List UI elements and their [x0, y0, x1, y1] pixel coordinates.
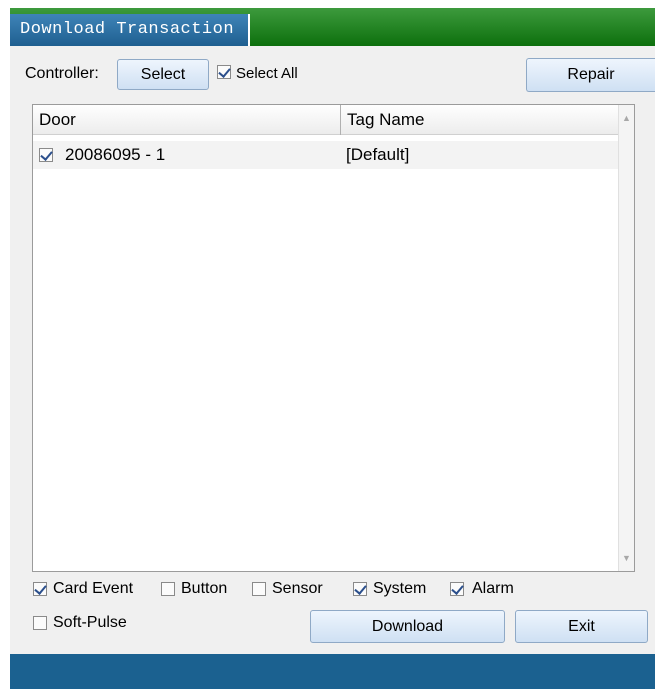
system-checkbox[interactable]: [353, 582, 367, 596]
title-tab: Download Transaction: [10, 14, 250, 46]
card-event-label: Card Event: [53, 580, 134, 597]
button-checkbox[interactable]: [161, 582, 175, 596]
soft-pulse-label: Soft-Pulse: [53, 614, 127, 631]
alarm-label: Alarm: [472, 580, 514, 597]
sensor-label: Sensor: [272, 580, 323, 597]
list-header: Door Tag Name: [33, 105, 621, 135]
door-cell: 20086095 - 1: [65, 145, 166, 164]
window-title: Download Transaction: [20, 20, 235, 39]
soft-pulse-checkbox[interactable]: [33, 616, 47, 630]
button-label: Button: [181, 580, 228, 597]
scroll-down-icon[interactable]: ▼: [622, 553, 631, 563]
column-header-tag-name[interactable]: Tag Name: [341, 105, 621, 135]
repair-button[interactable]: Repair: [526, 58, 655, 92]
door-row-checkbox[interactable]: [39, 148, 53, 162]
scroll-up-icon[interactable]: ▲: [622, 113, 631, 123]
status-bar: [10, 654, 655, 689]
table-row[interactable]: 20086095 - 1 [Default]: [33, 141, 619, 169]
select-all-checkbox[interactable]: [217, 65, 231, 79]
exit-button[interactable]: Exit: [515, 610, 648, 643]
door-list[interactable]: Door Tag Name 20086095 - 1 [Default] ▲ ▼: [32, 104, 635, 572]
download-button[interactable]: Download: [310, 610, 505, 643]
card-event-checkbox[interactable]: [33, 582, 47, 596]
sensor-checkbox[interactable]: [252, 582, 266, 596]
download-transaction-window: Download Transaction Controller: Select …: [10, 8, 655, 689]
controller-label: Controller:: [25, 65, 99, 82]
system-label: System: [373, 580, 427, 597]
vertical-scrollbar[interactable]: ▲ ▼: [618, 105, 634, 571]
alarm-checkbox[interactable]: [450, 582, 464, 596]
select-controller-button[interactable]: Select: [117, 59, 209, 90]
tag-name-cell: [Default]: [346, 145, 410, 164]
title-bar: Download Transaction: [10, 8, 655, 46]
column-header-door[interactable]: Door: [33, 105, 341, 135]
select-all-label: Select All: [236, 65, 298, 82]
